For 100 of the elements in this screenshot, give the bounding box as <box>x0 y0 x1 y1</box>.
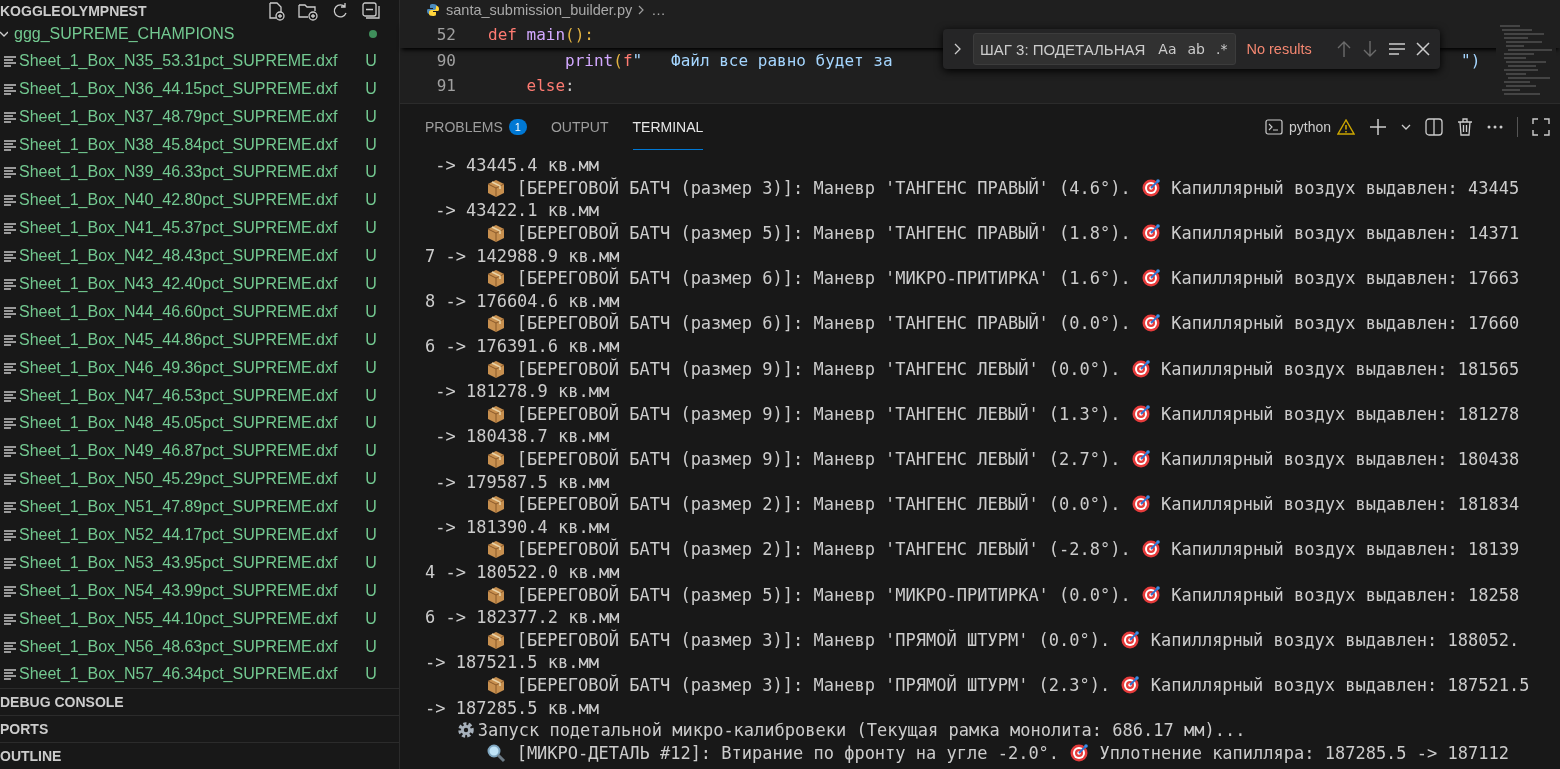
file-item[interactable]: Sheet_1_Box_N43_42.40pct_SUPREME.dxf U <box>0 270 399 298</box>
file-status: U <box>365 191 377 210</box>
status-dot-icon <box>369 30 377 38</box>
collapse-all-icon[interactable] <box>361 0 381 21</box>
find-option-toggle[interactable]: Aa <box>1156 41 1179 57</box>
file-name: Sheet_1_Box_N39_46.33pct_SUPREME.dxf <box>19 163 339 182</box>
maximize-icon[interactable] <box>1532 118 1550 136</box>
section-header[interactable]: PORTS <box>0 715 399 743</box>
split-panel-icon[interactable] <box>1425 118 1443 136</box>
folder-item[interactable]: ggg_SUPREME_CHAMPIONS <box>0 21 399 47</box>
text-file-icon <box>4 529 16 541</box>
file-item[interactable]: Sheet_1_Box_N55_44.10pct_SUPREME.dxf U <box>0 604 399 633</box>
package-icon <box>486 313 507 334</box>
file-name: Sheet_1_Box_N45_44.86pct_SUPREME.dxf <box>19 330 339 349</box>
text-file-icon <box>4 501 16 514</box>
chevron-down-icon[interactable] <box>1401 123 1411 131</box>
file-status: U <box>365 219 377 238</box>
file-item[interactable]: Sheet_1_Box_N47_46.53pct_SUPREME.dxf U <box>0 381 399 410</box>
terminal-output-line: [МИКРО-ДЕТАЛЬ #12]: Втирание по фронту на угле -2.0°. <box>516 742 1060 763</box>
file-item[interactable]: Sheet_1_Box_N54_43.99pct_SUPREME.dxf U <box>0 576 399 605</box>
panel-tab[interactable]: OUTPUT <box>550 104 609 150</box>
new-file-icon[interactable] <box>266 0 286 21</box>
package-icon <box>486 494 507 515</box>
file-item[interactable]: Sheet_1_Box_N50_45.29pct_SUPREME.dxf U <box>0 465 399 494</box>
file-item[interactable]: Sheet_1_Box_N38_45.84pct_SUPREME.dxf U <box>0 130 399 159</box>
file-status: U <box>365 386 377 405</box>
file-item[interactable]: Sheet_1_Box_N57_46.34pct_SUPREME.dxf U <box>0 660 399 689</box>
magnifier-icon <box>486 742 507 763</box>
terminal-output-line: 4 -> 180522.0 кв.мм <box>425 562 620 582</box>
file-name: Sheet_1_Box_N43_42.40pct_SUPREME.dxf <box>19 275 339 293</box>
file-item[interactable]: Sheet_1_Box_N35_53.31pct_SUPREME.dxf U <box>0 46 399 75</box>
target-icon <box>1140 313 1161 334</box>
find-option-toggle[interactable]: ab <box>1185 41 1207 57</box>
file-name: Sheet_1_Box_N42_48.43pct_SUPREME.dxf <box>19 247 339 266</box>
file-status: U <box>365 526 377 544</box>
file-item[interactable]: Sheet_1_Box_N36_44.15pct_SUPREME.dxf U <box>0 74 399 103</box>
file-item[interactable]: Sheet_1_Box_N51_47.89pct_SUPREME.dxf U <box>0 493 399 522</box>
package-icon <box>486 223 507 244</box>
file-item[interactable]: Sheet_1_Box_N39_46.33pct_SUPREME.dxf U <box>0 158 399 187</box>
terminal-output-line: Капиллярный воздух выдавлен: 181565 <box>1160 358 1520 379</box>
file-item[interactable]: Sheet_1_Box_N46_49.36pct_SUPREME.dxf U <box>0 353 399 382</box>
code-line: else: <box>525 76 575 95</box>
file-status: U <box>365 637 377 656</box>
terminal-output-line: [БЕРЕГОВОЙ БАТЧ (размер 6)]: Маневр 'МИКРО-ПРИТИРКА' (1.6°). <box>516 268 1131 289</box>
terminal-name-tab[interactable]: python <box>1264 119 1355 135</box>
chevron-right-icon[interactable] <box>953 42 963 56</box>
file-status: U <box>365 107 377 126</box>
file-item[interactable]: Sheet_1_Box_N53_43.95pct_SUPREME.dxf U <box>0 548 399 577</box>
text-file-icon <box>4 584 16 597</box>
breadcrumb-item[interactable]: santa_submission_builder.py <box>446 2 633 18</box>
file-name: Sheet_1_Box_N41_45.37pct_SUPREME.dxf <box>19 219 339 238</box>
package-icon <box>486 674 507 695</box>
terminal-output-line: -> 43445.4 кв.мм <box>434 155 599 176</box>
trash-icon[interactable] <box>1457 118 1473 136</box>
terminal-output-line: -> 180438.7 кв.мм <box>434 426 610 447</box>
terminal-output-line: Капиллярный воздух выдавлен: 14371 <box>1171 223 1520 244</box>
file-item[interactable]: Sheet_1_Box_N42_48.43pct_SUPREME.dxf U <box>0 242 399 271</box>
target-icon <box>1069 742 1090 763</box>
package-icon <box>486 539 507 560</box>
file-item[interactable]: Sheet_1_Box_N37_48.79pct_SUPREME.dxf U <box>0 102 399 131</box>
more-icon[interactable] <box>1487 125 1503 129</box>
terminal-output-line: Капиллярный воздух выдавлен: 17660 <box>1171 313 1520 334</box>
file-item[interactable]: Sheet_1_Box_N52_44.17pct_SUPREME.dxf U <box>0 521 399 549</box>
target-icon <box>1140 539 1161 560</box>
terminal-output-line: Запуск подетальной микро-калибровеки (Текущая рамка монолита: 686.17 мм)... <box>477 720 1246 741</box>
file-item[interactable]: Sheet_1_Box_N45_44.86pct_SUPREME.dxf U <box>0 325 399 354</box>
terminal-output-line: 7 -> 142988.9 кв.мм <box>425 245 620 266</box>
file-status: U <box>365 414 377 433</box>
selection-lines-icon[interactable] <box>1387 42 1406 56</box>
text-file-icon <box>4 138 16 151</box>
file-item[interactable]: Sheet_1_Box_N48_45.05pct_SUPREME.dxf U <box>0 409 399 438</box>
text-file-icon <box>4 194 16 207</box>
text-file-icon <box>4 556 16 569</box>
text-file-icon <box>4 278 16 290</box>
terminal-output-line: [БЕРЕГОВОЙ БАТЧ (размер 5)]: Маневр 'МИКРО-ПРИТИРКА' (0.0°). <box>516 584 1131 605</box>
section-header[interactable]: DEBUG CONSOLE <box>0 688 399 716</box>
target-icon <box>1120 629 1141 650</box>
panel-tab[interactable]: PROBLEMS 1 <box>425 104 527 150</box>
find-option-toggle[interactable]: .* <box>1214 41 1230 57</box>
plus-icon[interactable] <box>1369 118 1387 136</box>
terminal-output-line: 6 -> 182377.2 кв.мм <box>425 607 620 628</box>
file-name: Sheet_1_Box_N35_53.31pct_SUPREME.dxf <box>19 51 339 70</box>
file-item[interactable]: Sheet_1_Box_N44_46.60pct_SUPREME.dxf U <box>0 297 399 326</box>
terminal-output-line: Капиллярный воздух выдавлен: 18258 <box>1171 584 1520 605</box>
breadcrumb-item[interactable]: … <box>651 2 666 18</box>
section-header[interactable]: OUTLINE <box>0 742 399 769</box>
file-name: Sheet_1_Box_N46_49.36pct_SUPREME.dxf <box>19 358 339 377</box>
panel-tab[interactable]: TERMINAL <box>632 104 704 150</box>
text-file-icon <box>4 333 16 346</box>
file-item[interactable]: Sheet_1_Box_N41_45.37pct_SUPREME.dxf U <box>0 214 399 243</box>
text-file-icon <box>4 222 16 235</box>
file-item[interactable]: Sheet_1_Box_N49_46.87pct_SUPREME.dxf U <box>0 437 399 466</box>
file-item[interactable]: Sheet_1_Box_N40_42.80pct_SUPREME.dxf U <box>0 186 399 215</box>
file-item[interactable]: Sheet_1_Box_N56_48.63pct_SUPREME.dxf U <box>0 632 399 661</box>
file-name: Sheet_1_Box_N57_46.34pct_SUPREME.dxf <box>19 665 339 684</box>
text-file-icon <box>4 473 16 486</box>
find-input-field[interactable]: ШАГ 3: ПОДЕТАЛЬНАЯ Aa ab .* <box>973 33 1237 65</box>
close-icon[interactable] <box>1415 42 1430 56</box>
package-icon <box>486 358 507 379</box>
text-file-icon <box>4 668 16 681</box>
